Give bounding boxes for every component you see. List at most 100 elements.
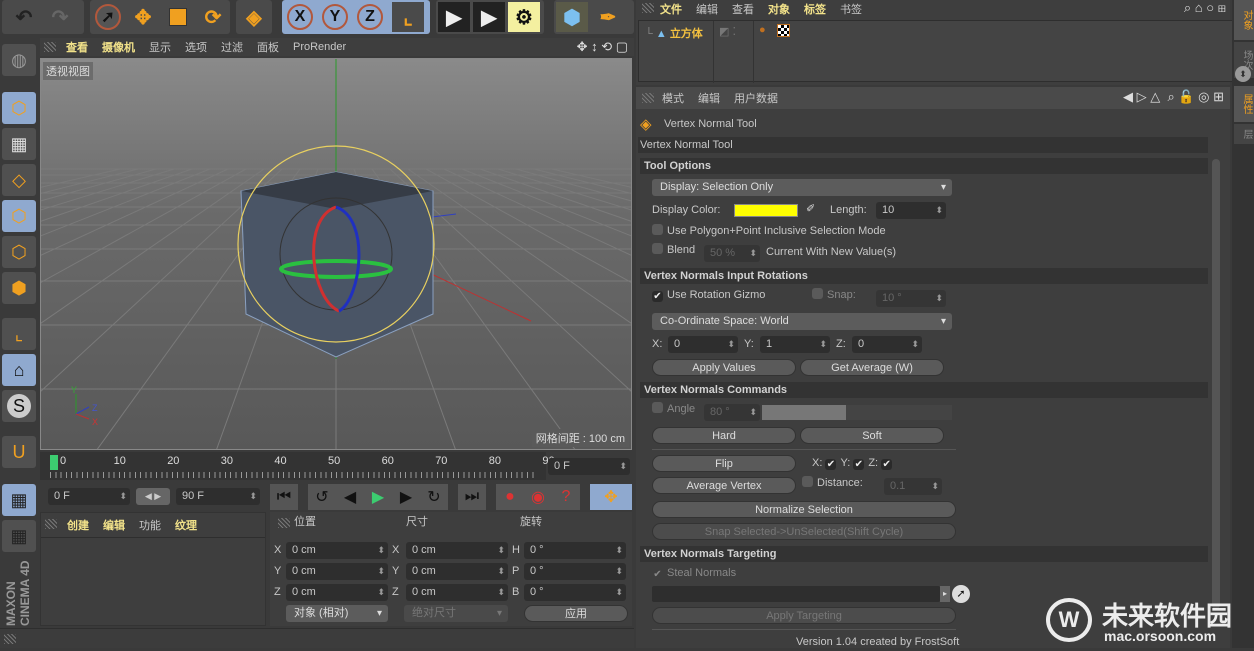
playhead[interactable] (50, 455, 58, 470)
z-field[interactable]: 0 (852, 336, 922, 353)
snap-field[interactable]: 10 ° (876, 290, 946, 307)
menu-panel[interactable]: 面板 (257, 39, 279, 55)
move-icon[interactable]: ✥ (127, 2, 159, 32)
menu-create[interactable]: 创建 (67, 517, 89, 533)
next-key-icon[interactable]: ↻ (420, 484, 448, 510)
viewport-solo-icon[interactable]: ◍ (2, 44, 36, 76)
polygons-mode-icon[interactable]: ⬢ (2, 272, 36, 304)
previous-frame-icon[interactable]: ◀ (336, 484, 364, 510)
flip-button[interactable]: Flip (652, 455, 796, 472)
menu-function[interactable]: 功能 (139, 517, 161, 533)
menu-mode[interactable]: 模式 (662, 90, 684, 106)
apply-button[interactable]: 应用 (524, 605, 628, 622)
menu-display[interactable]: 显示 (149, 39, 171, 55)
z-axis-icon[interactable]: Z (354, 2, 386, 32)
scrollbar[interactable] (1212, 159, 1220, 609)
redo-icon[interactable]: ↷ (44, 2, 76, 32)
next-frame-icon[interactable]: ▶ (392, 484, 420, 510)
live-select-icon[interactable]: ➚ (92, 2, 124, 32)
eyedropper-icon[interactable]: ✐ (806, 202, 815, 215)
phong-tag-icon[interactable]: ● (759, 24, 766, 36)
angle-slider[interactable] (762, 405, 952, 420)
attribute-manager-tools[interactable]: ◀ ▷ △ ⌕ 🔓 ◎ ⊞ (1123, 89, 1224, 105)
angle-field[interactable]: 80 ° (704, 404, 760, 421)
size-mode-dropdown[interactable]: 绝对尺寸 (404, 605, 508, 622)
coord-pos-field[interactable]: 0 cm (286, 584, 388, 601)
start-frame-field[interactable]: 0 F (48, 488, 130, 505)
coord-size-field[interactable]: 0 cm (406, 542, 508, 559)
x-axis-icon[interactable]: X (284, 2, 316, 32)
menu-view[interactable]: 查看 (66, 39, 88, 55)
menu-objects[interactable]: 对象 (768, 1, 790, 17)
normalize-selection-button[interactable]: Normalize Selection (652, 501, 956, 518)
flip-y-checkbox[interactable]: ✔ (853, 459, 865, 470)
planar-workplane-icon[interactable]: ▦ (2, 520, 36, 552)
distance-checkbox[interactable]: Distance: (802, 475, 863, 492)
model-mode-icon[interactable]: ⬡ (2, 92, 36, 124)
menu-bookmarks[interactable]: 书签 (840, 1, 862, 17)
timeline[interactable]: 0102030405060708090 (40, 452, 555, 480)
snap-checkbox[interactable]: Snap: (812, 287, 856, 304)
menu-prorender[interactable]: ProRender (293, 41, 346, 53)
snap-selected-button[interactable]: Snap Selected->UnSelected(Shift Cycle) (652, 523, 956, 540)
menu-tags[interactable]: 标签 (804, 1, 826, 17)
go-to-start-icon[interactable]: ⏮ (270, 484, 298, 510)
flip-x-checkbox[interactable]: ✔ (825, 459, 837, 470)
texture-mode-icon[interactable]: ▦ (2, 128, 36, 160)
length-field[interactable]: 10 (876, 202, 946, 219)
render-view-icon[interactable]: ▶ (438, 2, 470, 32)
locked-workplane-icon[interactable]: ▦ (2, 484, 36, 516)
keyframe-selection-icon[interactable]: ? (552, 484, 580, 510)
x-field[interactable]: 0 (668, 336, 738, 353)
scroll-tabs-icon[interactable]: ⬍ (1235, 66, 1251, 82)
coord-rot-field[interactable]: 0 ° (524, 542, 626, 559)
inclusive-mode-checkbox[interactable]: Use Polygon+Point Inclusive Selection Mo… (652, 223, 886, 240)
magnet-icon[interactable]: U (2, 436, 36, 468)
coord-rot-field[interactable]: 0 ° (524, 584, 626, 601)
steal-normals-checkbox[interactable]: ✔ Steal Normals (652, 565, 736, 582)
tab-objects[interactable]: 对象 (1234, 0, 1254, 40)
frame-range-slider[interactable]: ◀ ▶ (136, 488, 170, 505)
viewport-nav-icons[interactable]: ✥ ↕ ⟲ ▢ (577, 39, 628, 55)
snap-icon[interactable]: S (2, 390, 36, 422)
target-object-field[interactable] (652, 586, 940, 602)
axis-mode-icon[interactable]: ⌞ (2, 318, 36, 350)
soft-button[interactable]: Soft (800, 427, 944, 444)
menu-edit[interactable]: 编辑 (103, 517, 125, 533)
pen-tool-icon[interactable]: ✒ (592, 2, 624, 32)
object-row-cube[interactable]: └ ▲ 立方体 (645, 25, 703, 41)
pick-object-icon[interactable]: ➚ (952, 585, 970, 603)
coord-size-field[interactable]: 0 cm (406, 563, 508, 580)
blend-field[interactable]: 50 % (704, 245, 760, 262)
play-icon[interactable]: ▶ (364, 484, 392, 510)
menu-user-data[interactable]: 用户数据 (734, 90, 778, 106)
menu-edit[interactable]: 编辑 (696, 1, 718, 17)
rotate-icon[interactable]: ⟳ (197, 2, 229, 32)
apply-targeting-button[interactable]: Apply Targeting (652, 607, 956, 624)
coordinate-system-icon[interactable]: ⌞ (392, 2, 424, 32)
perspective-viewport[interactable]: 透视视图 Y Z X 网格间距 : 100 cm (40, 58, 632, 450)
menu-camera[interactable]: 摄像机 (102, 39, 135, 55)
render-settings-icon[interactable]: ⚙ (508, 2, 540, 32)
average-vertex-button[interactable]: Average Vertex (652, 477, 796, 494)
coordinate-space-dropdown[interactable]: Co-Ordinate Space: World (652, 313, 952, 330)
apply-values-button[interactable]: Apply Values (652, 359, 796, 376)
record-key-icon[interactable]: ● (496, 484, 524, 510)
end-frame-field[interactable]: 90 F (176, 488, 260, 505)
previous-key-icon[interactable]: ↺ (308, 484, 336, 510)
edges-mode-icon[interactable]: ⬡ (2, 236, 36, 268)
angle-checkbox[interactable]: Angle (652, 401, 695, 418)
current-frame-field[interactable]: 0 F (548, 458, 630, 475)
tab-layers[interactable]: 层 (1234, 124, 1254, 144)
coord-rot-field[interactable]: 0 ° (524, 563, 626, 580)
cube-primitive-icon[interactable]: ⬢ (556, 2, 588, 32)
go-to-end-icon[interactable]: ⏭ (458, 484, 486, 510)
menu-options[interactable]: 选项 (185, 39, 207, 55)
workplane-icon[interactable]: ◇ (2, 164, 36, 196)
hard-button[interactable]: Hard (652, 427, 796, 444)
coordinate-mode-dropdown[interactable]: 对象 (相对) (286, 605, 388, 622)
tab-attributes[interactable]: 属性 (1234, 86, 1254, 122)
coord-pos-field[interactable]: 0 cm (286, 563, 388, 580)
material-tag-icon[interactable] (777, 24, 790, 37)
menu-texture[interactable]: 纹理 (175, 517, 197, 533)
